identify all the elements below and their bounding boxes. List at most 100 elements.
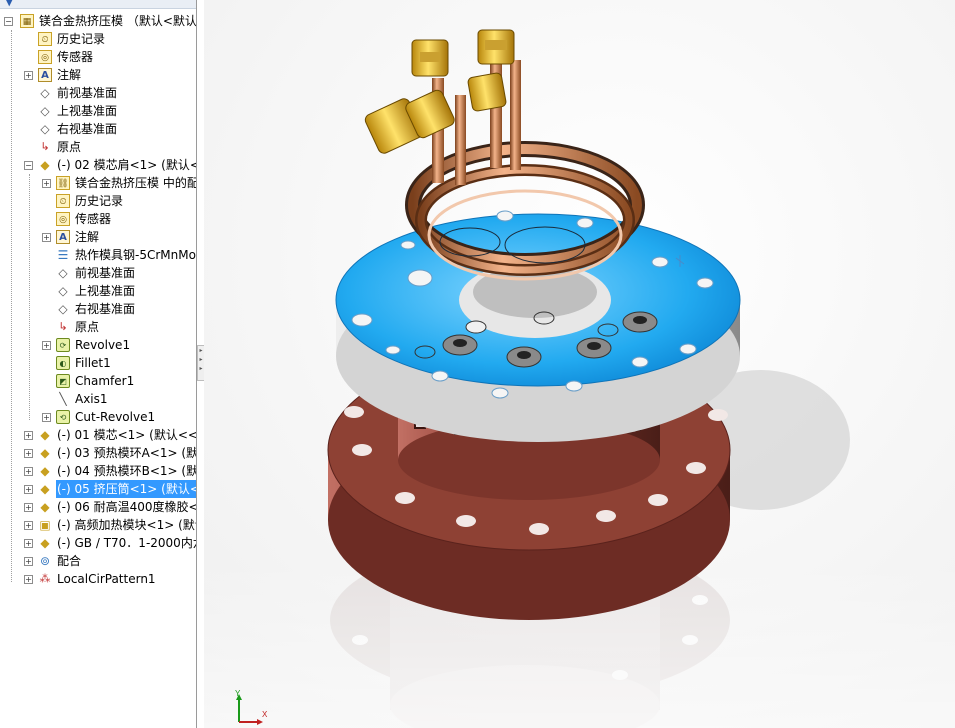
feature-manager-tree[interactable]: ▼ −▦镁合金热挤压模 （默认<默认_显⏲历史记录◎传感器+A注解◇前视基准面◇… bbox=[0, 0, 197, 728]
part-icon: ◆ bbox=[40, 482, 50, 496]
tree-item[interactable]: ◎ 传感器 bbox=[0, 48, 196, 66]
tree-item-label: (-) 03 预热模环A<1> (默认< bbox=[57, 446, 197, 460]
tree-item[interactable]: + A 注解 bbox=[0, 228, 196, 246]
tree-item-label: (-) 04 预热模环B<1> (默认< bbox=[57, 464, 197, 478]
tree-item-label: 注解 bbox=[57, 68, 82, 82]
tree-item-label: 前视基准面 bbox=[57, 86, 118, 100]
tree-item[interactable]: ◇ 上视基准面 bbox=[0, 282, 196, 300]
expand-icon[interactable]: + bbox=[24, 539, 33, 548]
tree-item[interactable]: + ◆ (-) GB / T70．1-2000内六角 bbox=[0, 534, 196, 552]
tree-item-label: 传感器 bbox=[57, 50, 94, 64]
tree-item-label: (-) 06 耐高温400度橡胶<1> bbox=[57, 500, 196, 514]
plane-icon: ◇ bbox=[58, 284, 68, 298]
expand-icon[interactable]: + bbox=[24, 467, 33, 476]
tree-item-label: Cut-Revolve1 bbox=[75, 410, 156, 424]
annotation-icon: A bbox=[56, 230, 70, 244]
tree-item[interactable]: ◇ 前视基准面 bbox=[0, 264, 196, 282]
part-icon: ◆ bbox=[40, 500, 50, 514]
origin-icon: ↳ bbox=[58, 320, 68, 333]
expand-icon[interactable]: + bbox=[24, 485, 33, 494]
graphics-area[interactable] bbox=[204, 0, 955, 728]
tree-item-label: Axis1 bbox=[75, 392, 108, 406]
expand-icon[interactable]: + bbox=[24, 71, 33, 80]
history-icon: ⏲ bbox=[56, 194, 70, 208]
plane-icon: ◇ bbox=[40, 86, 50, 100]
expand-icon[interactable]: + bbox=[42, 233, 51, 242]
expand-icon[interactable]: + bbox=[24, 431, 33, 440]
tree-item[interactable]: ◇ 右视基准面 bbox=[0, 300, 196, 318]
part-icon: ◆ bbox=[40, 158, 50, 172]
tree-item-label: 历史记录 bbox=[57, 32, 106, 46]
part-icon: ◆ bbox=[40, 446, 50, 460]
tree-item-label: 注解 bbox=[75, 230, 100, 244]
expand-icon[interactable]: + bbox=[24, 557, 33, 566]
tree-item-label: LocalCirPattern1 bbox=[57, 572, 156, 586]
plane-icon: ◇ bbox=[40, 122, 50, 136]
axis-icon: ╲ bbox=[59, 392, 67, 406]
mates-folder-icon: ⛓ bbox=[56, 176, 70, 190]
expand-icon[interactable]: + bbox=[24, 449, 33, 458]
tree-item[interactable]: + ◆ (-) 04 预热模环B<1> (默认< bbox=[0, 462, 196, 480]
expand-icon[interactable]: + bbox=[24, 575, 33, 584]
tree-item[interactable]: −▦ 镁合金热挤压模 （默认<默认_显 bbox=[0, 12, 196, 30]
subassembly-icon: ▣ bbox=[39, 518, 51, 532]
tree-item[interactable]: + ◆ (-) 05 挤压筒<1> (默认<<默 bbox=[0, 480, 196, 498]
tree-item[interactable]: ╲ Axis1 bbox=[0, 390, 196, 408]
expand-icon[interactable]: + bbox=[42, 179, 51, 188]
tree-item[interactable]: −◆ (-) 02 模芯肩<1> (默认<<默 bbox=[0, 156, 196, 174]
tree-item[interactable]: + ◆ (-) 03 预热模环A<1> (默认< bbox=[0, 444, 196, 462]
plane-icon: ◇ bbox=[40, 104, 50, 118]
part-icon: ◆ bbox=[40, 464, 50, 478]
tree-item[interactable]: + ⊚ 配合 bbox=[0, 552, 196, 570]
cut-revolve-icon: ⟲ bbox=[56, 410, 70, 424]
tree-item-label: 上视基准面 bbox=[75, 284, 136, 298]
material-icon: ☰ bbox=[57, 248, 69, 262]
tree-item[interactable]: ↳ 原点 bbox=[0, 138, 196, 156]
tree-item-label: (-) GB / T70．1-2000内六角 bbox=[57, 536, 196, 550]
tree-item[interactable]: + ⁂ LocalCirPattern1 bbox=[0, 570, 196, 588]
tree-item-label: 镁合金热挤压模 （默认<默认_显 bbox=[39, 14, 197, 28]
tree-item[interactable]: ⏲ 历史记录 bbox=[0, 30, 196, 48]
tree-item[interactable]: + ◆ (-) 01 模芯<1> (默认<<默认 bbox=[0, 426, 196, 444]
tree-item[interactable]: ◐ Fillet1 bbox=[0, 354, 196, 372]
tree-item-label: Revolve1 bbox=[75, 338, 131, 352]
tree-item-label: (-) 01 模芯<1> (默认<<默认 bbox=[57, 428, 197, 442]
tree-toolbar: ▼ bbox=[0, 0, 196, 9]
tree-item-label: Fillet1 bbox=[75, 356, 111, 370]
expand-icon[interactable]: + bbox=[42, 341, 51, 350]
tree-item-label: 右视基准面 bbox=[75, 302, 136, 316]
chamfer-icon: ◩ bbox=[56, 374, 70, 388]
tree-item[interactable]: ◎ 传感器 bbox=[0, 210, 196, 228]
sensor-icon: ◎ bbox=[38, 50, 52, 64]
tree-item[interactable]: ⏲ 历史记录 bbox=[0, 192, 196, 210]
annotation-icon: A bbox=[38, 68, 52, 82]
tree-item[interactable]: + ▣ (-) 高频加热模块<1> (默认< bbox=[0, 516, 196, 534]
collapse-icon[interactable]: − bbox=[24, 161, 33, 170]
tree-item[interactable]: ☰ 热作模具钢-5CrMnMo bbox=[0, 246, 196, 264]
tree-item[interactable]: + ⛓ 镁合金热挤压模 中的配合 bbox=[0, 174, 196, 192]
tree-item-label: (-) 02 模芯肩<1> (默认<<默 bbox=[57, 158, 196, 172]
tree-item[interactable]: + ◆ (-) 06 耐高温400度橡胶<1> bbox=[0, 498, 196, 516]
tree-item[interactable]: + A 注解 bbox=[0, 66, 196, 84]
expand-icon[interactable]: + bbox=[42, 413, 51, 422]
tree-item[interactable]: ◇ 右视基准面 bbox=[0, 120, 196, 138]
expand-icon[interactable]: + bbox=[24, 503, 33, 512]
y-axis-label: Y bbox=[235, 690, 241, 698]
mates-icon: ⊚ bbox=[39, 554, 51, 568]
tree-item[interactable]: ↳ 原点 bbox=[0, 318, 196, 336]
tree-item-label: 历史记录 bbox=[75, 194, 124, 208]
filter-icon[interactable]: ▼ bbox=[5, 0, 13, 8]
collapse-icon[interactable]: − bbox=[4, 17, 13, 26]
x-arrowhead bbox=[257, 719, 263, 725]
fillet-icon: ◐ bbox=[56, 356, 70, 370]
history-icon: ⏲ bbox=[38, 32, 52, 46]
plane-icon: ◇ bbox=[58, 302, 68, 316]
tree-item[interactable]: ◩ Chamfer1 bbox=[0, 372, 196, 390]
expand-icon[interactable]: + bbox=[24, 521, 33, 530]
tree-item-label: (-) 高频加热模块<1> (默认< bbox=[57, 518, 196, 532]
tree-item[interactable]: ◇ 上视基准面 bbox=[0, 102, 196, 120]
tree-item[interactable]: + ⟳ Revolve1 bbox=[0, 336, 196, 354]
tree-rows: −▦镁合金热挤压模 （默认<默认_显⏲历史记录◎传感器+A注解◇前视基准面◇上视… bbox=[0, 12, 196, 588]
tree-item[interactable]: ◇ 前视基准面 bbox=[0, 84, 196, 102]
tree-item[interactable]: + ⟲ Cut-Revolve1 bbox=[0, 408, 196, 426]
